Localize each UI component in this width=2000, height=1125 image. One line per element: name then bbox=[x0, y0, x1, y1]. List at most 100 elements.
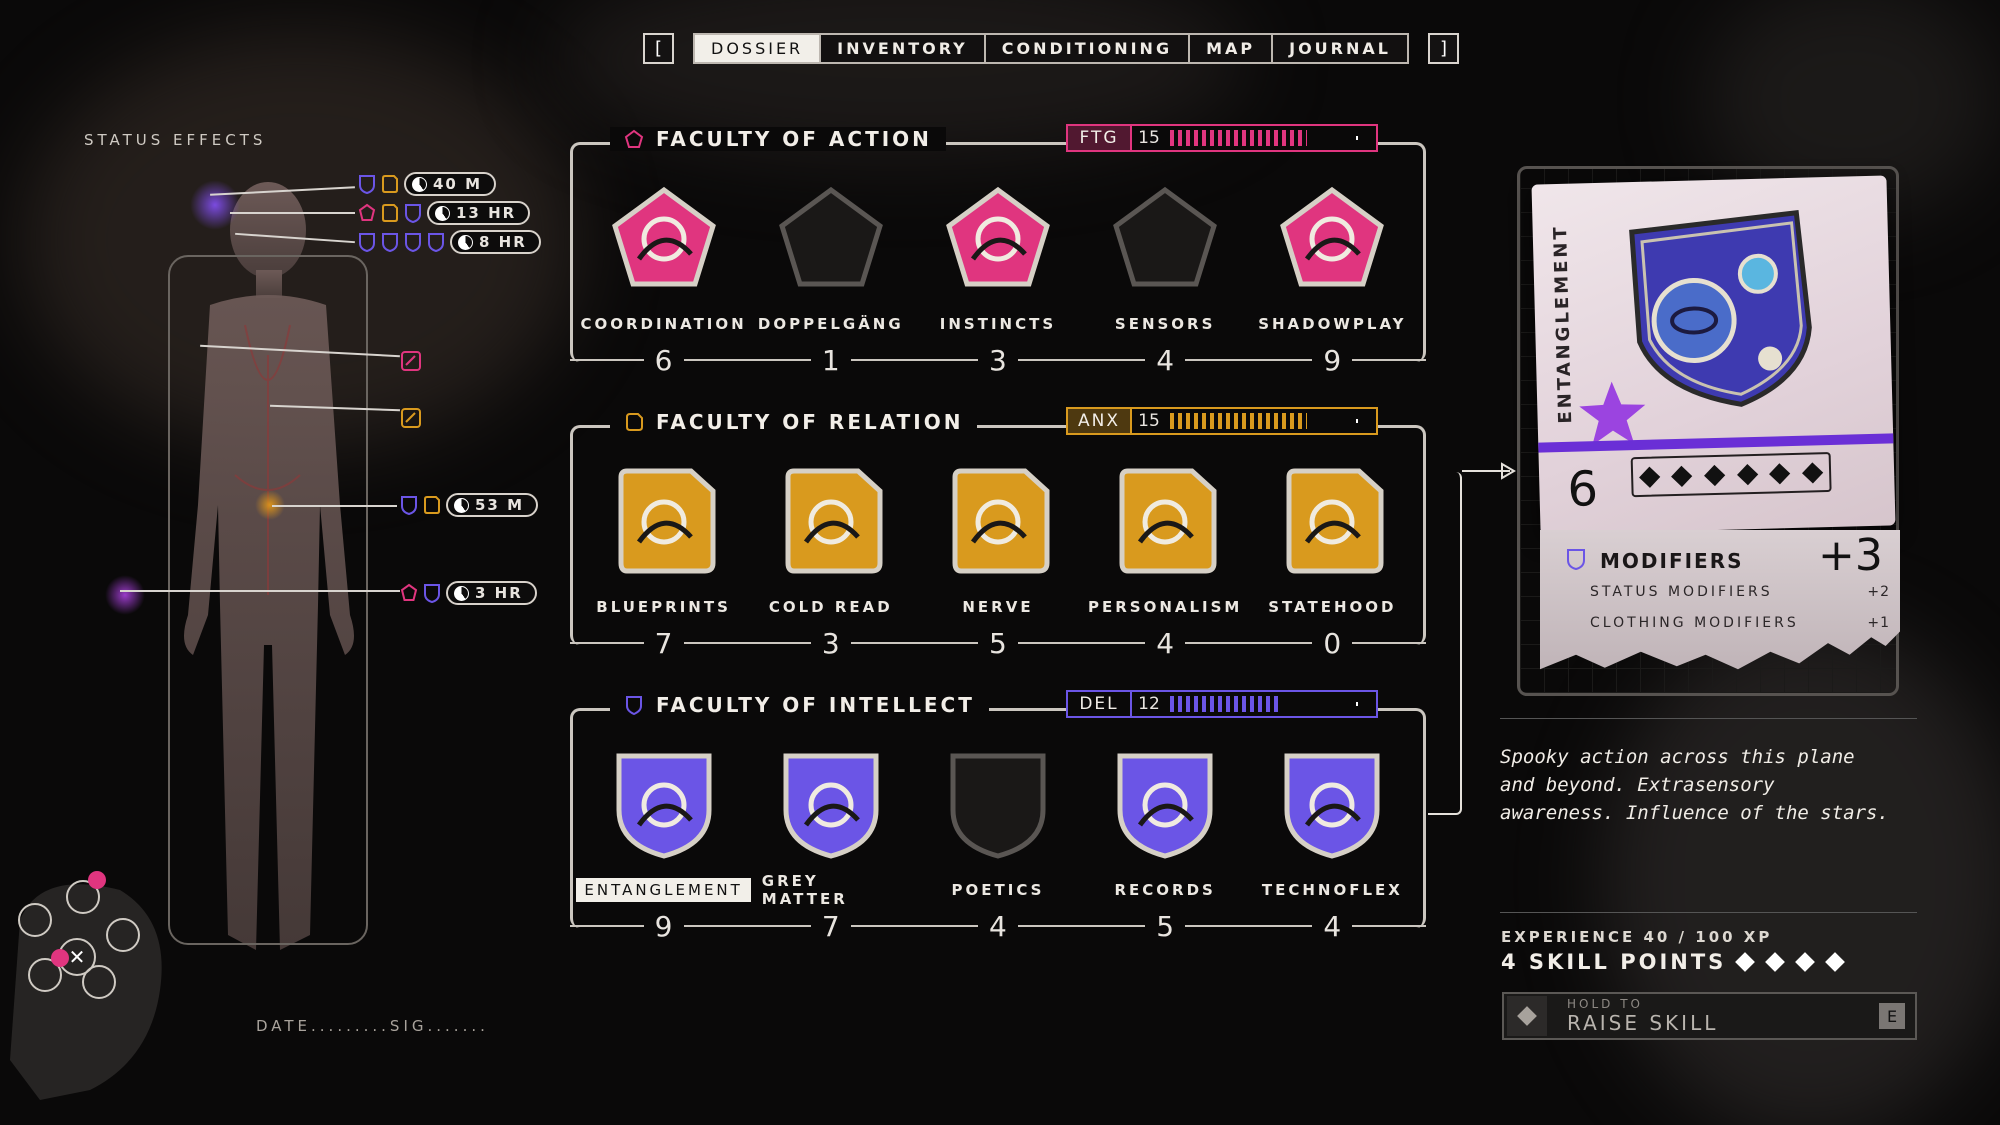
svg-text:✕: ✕ bbox=[69, 945, 86, 969]
skill-value-scale: 6 1 3 4 9 bbox=[570, 340, 1426, 380]
divider bbox=[1500, 912, 1917, 913]
meter-value: 15 bbox=[1138, 128, 1160, 148]
entanglement-icon bbox=[616, 753, 712, 859]
skill-name: RECORDS bbox=[1114, 881, 1216, 899]
skill-point-diamond bbox=[1765, 952, 1786, 972]
skill-sensors[interactable]: SENSORS bbox=[1090, 184, 1240, 336]
skill-name: COORDINATION bbox=[580, 315, 747, 333]
meter-threshold bbox=[1355, 419, 1358, 423]
skill-value: 4 bbox=[977, 909, 1018, 943]
star-icon bbox=[1579, 381, 1646, 446]
raise-skill-button[interactable]: HOLD TO RAISE SKILL E bbox=[1502, 992, 1917, 1040]
skill-name: SENSORS bbox=[1114, 315, 1216, 333]
status-tag-icon[interactable] bbox=[400, 407, 422, 429]
duration-pill: 40 M bbox=[404, 172, 497, 196]
square-icon bbox=[382, 175, 398, 193]
skill-poetics[interactable]: POETICS bbox=[923, 750, 1073, 902]
skill-instincts[interactable]: INSTINCTS bbox=[923, 184, 1073, 336]
skill-value: 4 bbox=[1145, 343, 1186, 377]
skill-value: 9 bbox=[643, 909, 684, 943]
skill-value: 7 bbox=[810, 909, 851, 943]
skill-personalism[interactable]: PERSONALISM bbox=[1088, 467, 1240, 619]
shield-icon bbox=[1567, 549, 1585, 570]
shadowplay-icon bbox=[1280, 186, 1385, 287]
level-pip bbox=[1704, 464, 1726, 486]
skill-name: POETICS bbox=[951, 881, 1045, 899]
radial-menu: ✕ bbox=[10, 871, 162, 1100]
cold-read-icon bbox=[785, 468, 883, 574]
card-level: 6 bbox=[1566, 461, 1599, 518]
tab-inventory[interactable]: INVENTORY bbox=[821, 35, 986, 62]
tab-dossier[interactable]: DOSSIER bbox=[695, 35, 822, 62]
status-hotspot[interactable] bbox=[105, 575, 145, 615]
skill-shadowplay[interactable]: SHADOWPLAY bbox=[1257, 184, 1407, 336]
tab-journal[interactable]: JOURNAL bbox=[1273, 35, 1407, 62]
shield-icon bbox=[405, 233, 421, 252]
faculty-title: FACULTY OF RELATION bbox=[656, 410, 964, 434]
duration-pill: 53 M bbox=[446, 493, 539, 517]
skill-name: ENTANGLEMENT bbox=[576, 878, 751, 902]
doppelg-ng-icon bbox=[778, 186, 883, 287]
duration-pill: 13 HR bbox=[427, 201, 531, 225]
clock-icon bbox=[454, 585, 469, 601]
status-effect-row[interactable]: 8 HR bbox=[358, 230, 541, 254]
key-hint: E bbox=[1879, 1003, 1905, 1029]
skill-value: 6 bbox=[643, 343, 684, 377]
status-effect-row[interactable]: 53 M bbox=[400, 493, 539, 517]
status-effect-row[interactable]: 40 M bbox=[358, 172, 497, 196]
date-signature-line: DATE.........SIG....... bbox=[256, 1017, 489, 1035]
skill-value: 4 bbox=[1145, 626, 1186, 660]
diamond-icon bbox=[1507, 996, 1547, 1036]
skill-nerve[interactable]: NERVE bbox=[923, 467, 1073, 619]
status-effect-row[interactable]: 3 HR bbox=[400, 581, 537, 605]
tab-conditioning[interactable]: CONDITIONING bbox=[985, 35, 1191, 62]
meter-bar bbox=[1170, 130, 1372, 146]
hold-to-label: HOLD TO bbox=[1567, 997, 1643, 1011]
meter-threshold bbox=[1355, 702, 1358, 706]
status-effect-row[interactable]: 13 HR bbox=[358, 201, 531, 225]
faculty-title: FACULTY OF INTELLECT bbox=[656, 693, 975, 717]
skill-statehood[interactable]: STATEHOOD bbox=[1257, 467, 1407, 619]
skill-card: ENTANGLEMENT 6 bbox=[1531, 175, 1896, 535]
skill-value: 3 bbox=[977, 343, 1018, 377]
skill-entanglement[interactable]: ENTANGLEMENT bbox=[576, 750, 751, 902]
status-hotspot[interactable] bbox=[190, 180, 240, 230]
clock-icon bbox=[412, 176, 427, 192]
skill-coordination[interactable]: COORDINATION bbox=[580, 184, 744, 336]
faculty-meter: FTG 15 bbox=[1066, 124, 1378, 152]
skill-value: 5 bbox=[1145, 909, 1186, 943]
skill-name: COLD READ bbox=[768, 598, 893, 616]
shield-icon bbox=[428, 233, 444, 252]
skill-row: COORDINATION DOPPELGÄNG INSTINCTS SENSORS SH… bbox=[570, 184, 1426, 336]
shield-icon bbox=[424, 584, 440, 603]
blueprints-icon bbox=[618, 468, 716, 574]
skill-technoflex[interactable]: TECHNOFLEX bbox=[1257, 750, 1407, 902]
coordination-icon bbox=[611, 186, 716, 287]
status-tag-icon[interactable] bbox=[400, 350, 422, 372]
modifier-row: STATUS MODIFIERS +2 bbox=[1590, 584, 1890, 600]
skill-value: 7 bbox=[643, 626, 684, 660]
body-frame bbox=[168, 255, 368, 945]
skill-doppelg-ng[interactable]: DOPPELGÄNG bbox=[756, 184, 906, 336]
modifiers-total: +3 bbox=[1818, 530, 1883, 581]
skill-value: 5 bbox=[977, 626, 1018, 660]
prev-tab-button[interactable]: [ bbox=[643, 33, 674, 64]
meter-bar bbox=[1170, 413, 1372, 429]
skill-records[interactable]: RECORDS bbox=[1090, 750, 1240, 902]
meter-threshold bbox=[1355, 136, 1358, 140]
skill-blueprints[interactable]: BLUEPRINTS bbox=[589, 467, 739, 619]
tab-map[interactable]: MAP bbox=[1190, 35, 1274, 62]
shield-icon bbox=[405, 204, 421, 223]
skill-name: DOPPELGÄNG bbox=[757, 315, 904, 333]
next-tab-button[interactable]: ] bbox=[1427, 33, 1459, 64]
statehood-icon bbox=[1286, 468, 1384, 574]
skill-row: BLUEPRINTS COLD READ NERVE PERSONALISM STATE… bbox=[570, 467, 1426, 619]
skill-points-label: 4 SKILL POINTS bbox=[1501, 950, 1727, 974]
skill-grey-matter[interactable]: GREY MATTER bbox=[756, 750, 906, 908]
raise-skill-label: RAISE SKILL bbox=[1567, 1011, 1719, 1035]
nerve-icon bbox=[952, 468, 1050, 574]
skill-cold-read[interactable]: COLD READ bbox=[756, 467, 906, 619]
pentagon-icon bbox=[358, 203, 376, 221]
meter-fill bbox=[1170, 130, 1308, 146]
meter-bar bbox=[1170, 696, 1372, 712]
